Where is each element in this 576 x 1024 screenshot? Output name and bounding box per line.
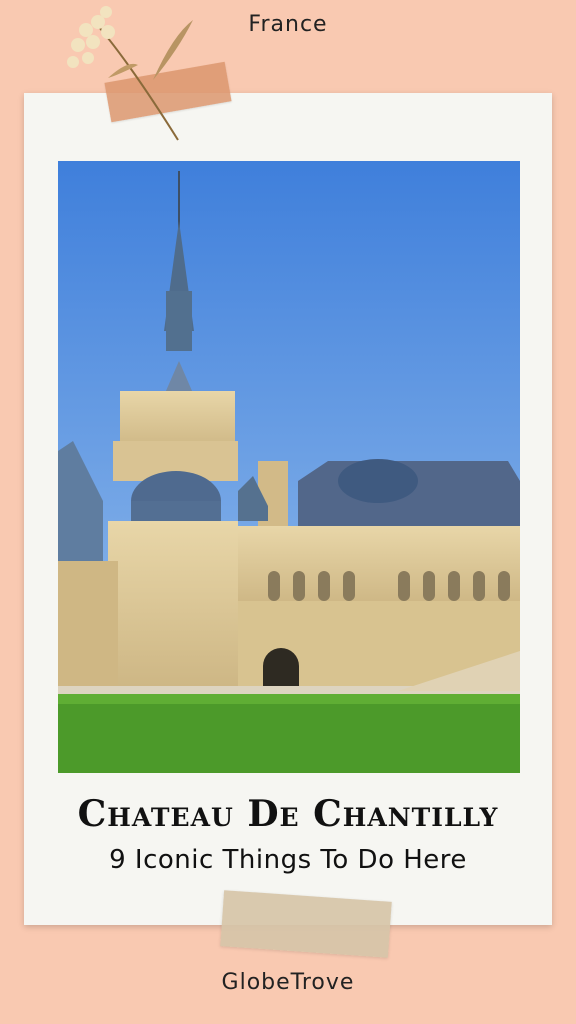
dried-flower-icon — [67, 6, 193, 141]
polaroid-card: Chateau De Chantilly 9 Iconic Things To … — [24, 93, 552, 925]
card-subtitle: 9 Iconic Things To Do Here — [109, 845, 467, 875]
chateau-photo — [58, 161, 520, 773]
brand-label: GlobeTrove — [221, 970, 355, 995]
card-title: Chateau De Chantilly — [77, 793, 499, 835]
tape-bottom — [220, 890, 392, 958]
